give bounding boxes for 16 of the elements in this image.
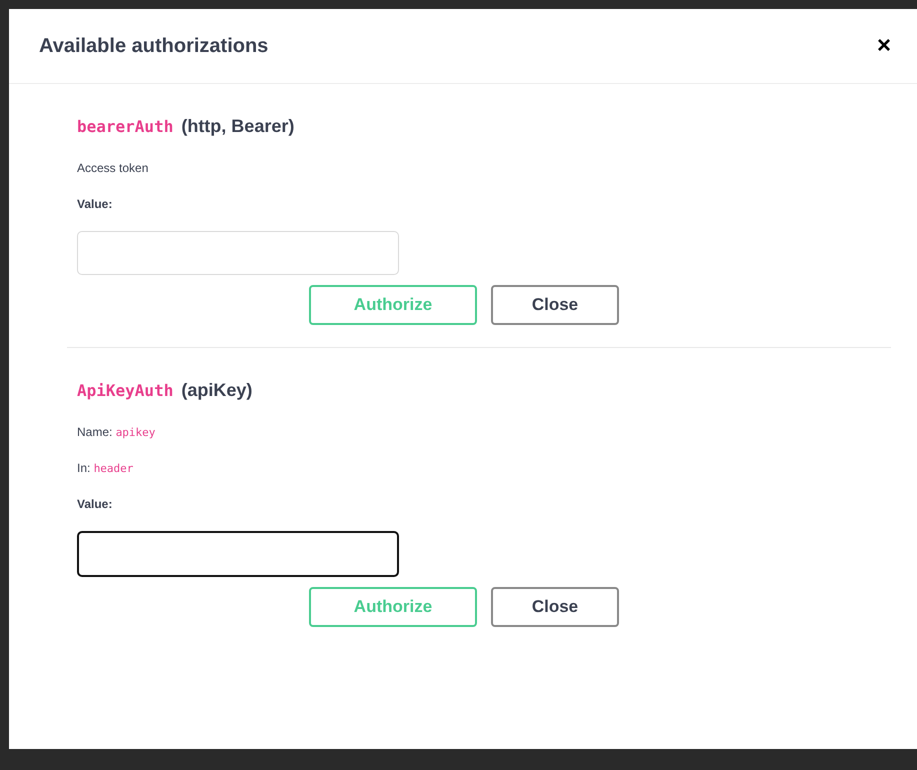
value-label: Value: <box>77 497 114 511</box>
close-button[interactable]: Close <box>491 285 619 325</box>
value-input[interactable] <box>77 531 399 577</box>
modal-title: Available authorizations <box>39 34 268 58</box>
param-value: apikey <box>116 426 156 439</box>
scheme-name: bearerAuth <box>77 117 174 136</box>
close-button[interactable]: Close <box>491 587 619 627</box>
param-value: header <box>94 462 134 475</box>
scheme-type: (apiKey) <box>181 380 252 401</box>
value-label: Value: <box>77 197 114 211</box>
param-label: In: <box>77 461 90 475</box>
scheme-description: Access token <box>77 161 150 175</box>
scheme-type: (http, Bearer) <box>181 116 294 137</box>
scheme-name: ApiKeyAuth <box>77 381 174 400</box>
param-label: Name: <box>77 425 112 439</box>
close-button[interactable]: × <box>872 32 895 60</box>
